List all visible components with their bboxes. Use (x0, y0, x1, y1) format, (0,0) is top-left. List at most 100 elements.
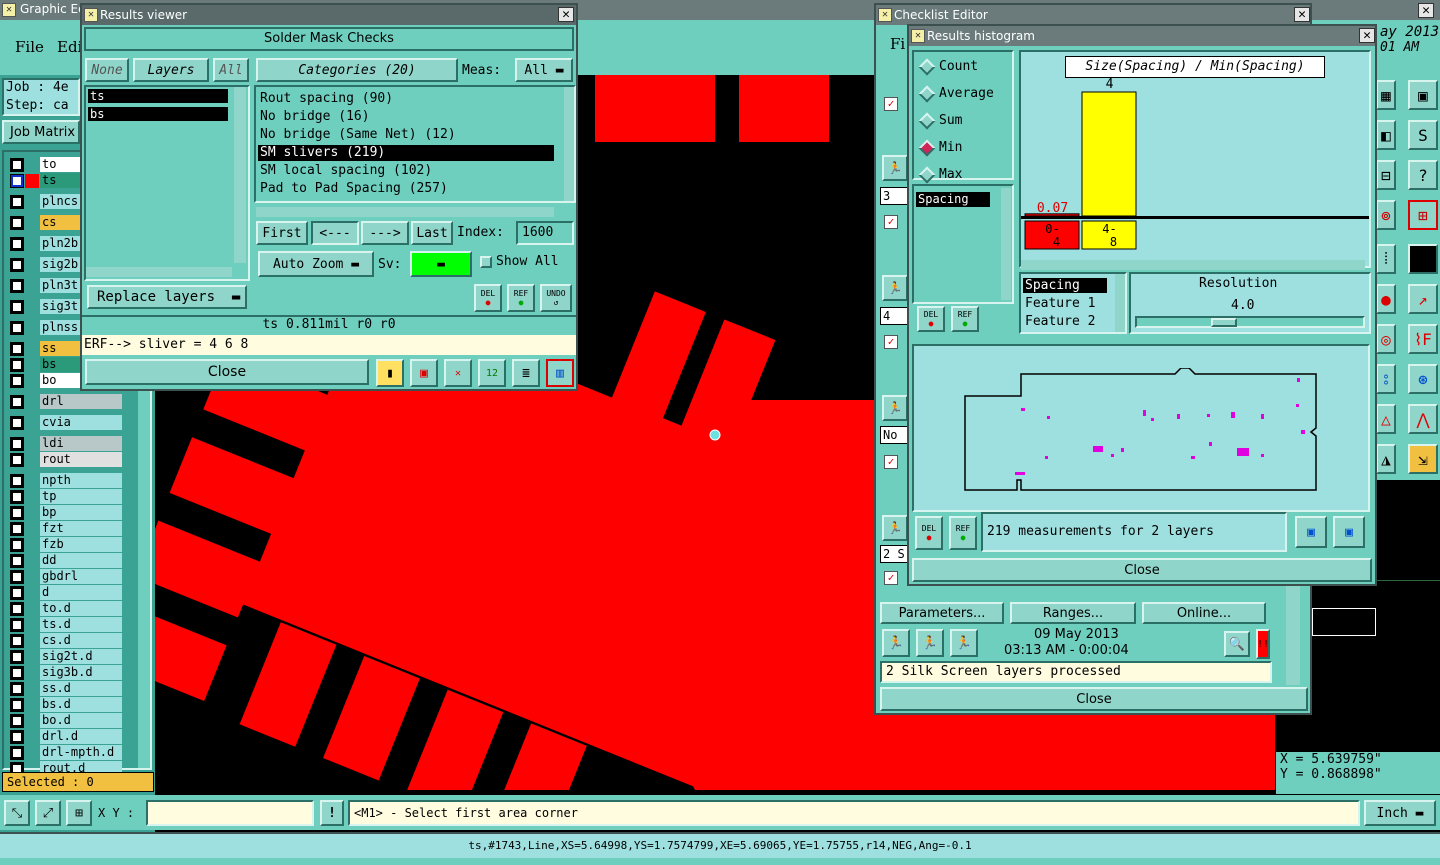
preview-ref-button[interactable]: REF ● (949, 516, 977, 550)
last-button[interactable]: Last (411, 221, 453, 245)
show-all-checkbox[interactable] (480, 256, 492, 268)
layer-name[interactable]: cvia (40, 415, 122, 430)
layer-checkbox[interactable] (10, 730, 24, 744)
warning-icon[interactable]: ! (320, 800, 344, 826)
layer-checkbox[interactable] (10, 746, 24, 760)
tool-icon[interactable]: ? (1408, 160, 1438, 190)
layer-row[interactable]: ts.d (10, 617, 122, 632)
auto-zoom-select[interactable]: Auto Zoom ▬ (258, 251, 374, 277)
histogram-close-button[interactable]: Close (912, 558, 1372, 582)
category-item[interactable]: Pad to Pad Spacing (257) (258, 181, 554, 197)
menu-file[interactable]: File (15, 38, 44, 56)
layer-checkbox[interactable] (10, 506, 24, 520)
tool-icon[interactable]: ◮ (1376, 444, 1396, 474)
run-check-icon[interactable]: 🏃 (882, 515, 908, 541)
undo-button[interactable]: UNDO ↺ (540, 284, 572, 312)
job-matrix-button[interactable]: Job Matrix (2, 120, 80, 144)
histogram-close-icon[interactable]: ✕ (1359, 28, 1375, 43)
checklist-row-checkbox[interactable]: ✓ (884, 335, 898, 349)
layer-name[interactable]: d (40, 585, 122, 600)
layer-checkbox[interactable] (10, 174, 24, 188)
categories-vscroll[interactable] (564, 87, 574, 201)
layer-list-vscroll[interactable] (234, 87, 246, 263)
checklist-row-label[interactable]: 2 S (880, 545, 910, 563)
grid-icon[interactable]: ⊞ (66, 800, 92, 826)
layer-checkbox[interactable] (10, 522, 24, 536)
layer-row[interactable]: drl (10, 394, 122, 409)
layer-checkbox[interactable] (10, 618, 24, 632)
layer-name[interactable]: bo.d (40, 713, 122, 728)
layer-result-item[interactable]: bs (88, 107, 228, 121)
layer-name[interactable]: bs.d (40, 697, 122, 712)
layer-row[interactable]: sig3b.d (10, 665, 122, 680)
layer-checkbox[interactable] (10, 258, 24, 272)
layer-row[interactable]: bo.d (10, 713, 122, 728)
layer-name[interactable]: rout (40, 452, 122, 467)
xy-input[interactable] (146, 800, 314, 826)
layer-name[interactable]: sig3b.d (40, 665, 122, 680)
layer-checkbox[interactable] (10, 474, 24, 488)
layer-checkbox[interactable] (10, 216, 24, 230)
none-button[interactable]: None (85, 58, 129, 82)
layer-checkbox[interactable] (10, 570, 24, 584)
layer-row[interactable]: rout (10, 452, 122, 467)
layer-checkbox[interactable] (10, 538, 24, 552)
checklist-row-label[interactable]: 4 (880, 307, 910, 325)
layer-row[interactable]: fzb (10, 537, 122, 552)
layer-checkbox[interactable] (10, 237, 24, 251)
checklist-row-label[interactable]: 3 (880, 187, 910, 205)
checklist-row-checkbox[interactable]: ✓ (884, 97, 898, 111)
tool-icon[interactable]: ● (1376, 284, 1396, 314)
del-button[interactable]: DEL ● (474, 284, 502, 312)
layer-checkbox[interactable] (10, 698, 24, 712)
category-item[interactable]: SM local spacing (102) (258, 163, 554, 179)
checklist-row-checkbox[interactable]: ✓ (884, 571, 898, 585)
layer-row[interactable]: ldi (10, 436, 122, 451)
zoom-area-icon[interactable]: ⤢ (35, 800, 61, 826)
run-icon[interactable]: 🏃 (882, 629, 910, 657)
layer-checkbox[interactable] (10, 342, 24, 356)
layer-name[interactable]: drl.d (40, 729, 122, 744)
tool-icon[interactable]: S (1408, 120, 1438, 150)
meas-select[interactable]: All ▬ (515, 58, 573, 82)
layer-row[interactable]: cvia (10, 415, 122, 430)
layer-checkbox[interactable] (10, 158, 24, 172)
layer-checkbox[interactable] (10, 279, 24, 293)
layer-name[interactable]: gbdrl (40, 569, 122, 584)
tool-icon[interactable]: ▦ (1376, 80, 1396, 110)
layer-checkbox[interactable] (10, 395, 24, 409)
tool-icon[interactable]: ⊟ (1376, 160, 1396, 190)
histogram-titlebar[interactable]: Results histogram (909, 26, 1375, 46)
ref-button[interactable]: REF ● (507, 284, 535, 312)
layer-name[interactable]: ss.d (40, 681, 122, 696)
layer-name[interactable]: dd (40, 553, 122, 568)
layer-name[interactable]: fzt (40, 521, 122, 536)
hist-ref-button[interactable]: REF ● (951, 306, 979, 332)
category-item[interactable]: No bridge (Same Net) (12) (258, 127, 554, 143)
layer-checkbox[interactable] (10, 490, 24, 504)
layer-row[interactable]: ss.d (10, 681, 122, 696)
report-icon[interactable]: ≣ (512, 359, 540, 387)
layer-checkbox[interactable] (10, 437, 24, 451)
hist-del-button[interactable]: DEL ● (917, 306, 945, 332)
checklist-editor-titlebar[interactable]: Checklist Editor (876, 5, 1310, 25)
fields-vscroll[interactable] (1115, 274, 1125, 332)
units-select[interactable]: Inch ▬ (1364, 800, 1436, 826)
tool-icon[interactable]: ⊞ (1408, 200, 1438, 230)
tool-icon[interactable]: ▣ (1408, 80, 1438, 110)
field-list-vscroll[interactable] (1001, 188, 1011, 300)
histogram-chart[interactable]: 0.070-444-8 (1021, 78, 1369, 254)
layer-checkbox[interactable] (10, 321, 24, 335)
layer-row[interactable]: fzt (10, 521, 122, 536)
layer-checkbox[interactable] (10, 195, 24, 209)
category-item[interactable]: SM slivers (219) (258, 145, 554, 161)
tool-icon[interactable]: ⌇F (1408, 324, 1438, 354)
results-viewer-close-icon[interactable]: ✕ (558, 7, 574, 22)
results-viewer-titlebar[interactable]: Results viewer (82, 5, 576, 25)
first-button[interactable]: First (256, 221, 308, 245)
tool-icon[interactable]: ◎ (1376, 324, 1396, 354)
layer-checkbox[interactable] (10, 714, 24, 728)
category-item[interactable]: Rout spacing (90) (258, 91, 554, 107)
layer-row[interactable]: d (10, 585, 122, 600)
chart-hscroll[interactable] (1021, 260, 1365, 270)
